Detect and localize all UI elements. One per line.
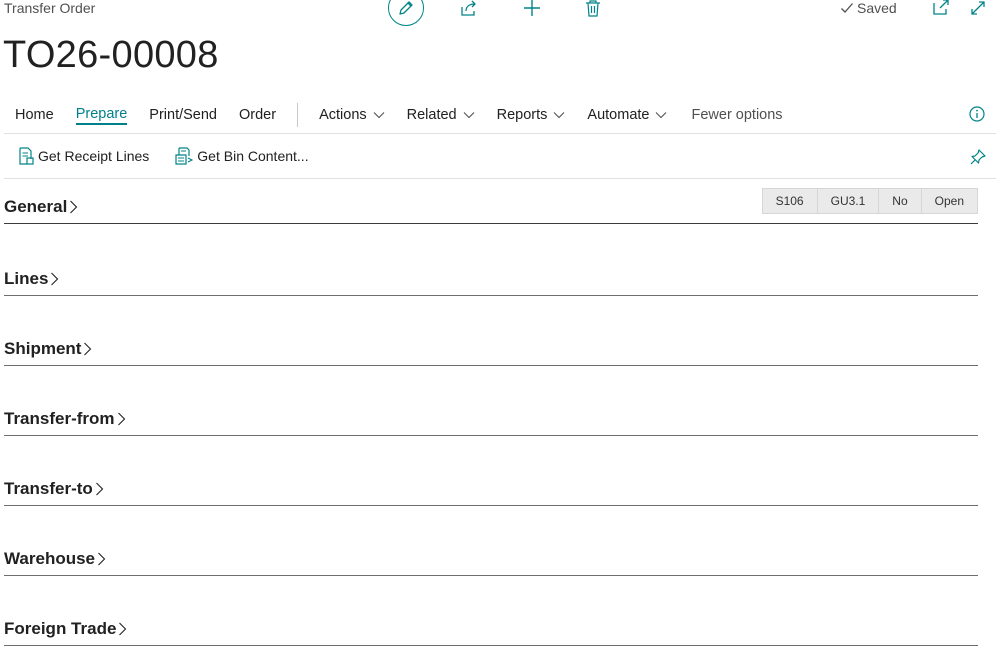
info-icon: [969, 106, 985, 122]
share-button[interactable]: [458, 0, 480, 19]
page-type-caption: Transfer Order: [4, 0, 96, 16]
summary-badge: GU3.1: [816, 188, 880, 214]
fasttab-transfer-from-header[interactable]: Transfer-from: [4, 409, 126, 429]
fasttab-lines-header[interactable]: Lines: [4, 269, 59, 289]
menu-order[interactable]: Order: [228, 103, 287, 127]
menu-label: Reports: [496, 107, 548, 123]
delete-button[interactable]: [582, 0, 604, 19]
menu-actions[interactable]: Actions: [308, 103, 396, 127]
summary-badge: S106: [761, 188, 818, 214]
menu-label: Home: [15, 107, 54, 123]
menu-label: Fewer options: [691, 107, 783, 123]
fasttab-warehouse-header[interactable]: Warehouse: [4, 549, 106, 569]
new-button[interactable]: [521, 0, 543, 19]
menu-label: Order: [239, 107, 277, 123]
checkmark-icon: [840, 1, 854, 15]
open-new-window-icon: [932, 0, 950, 15]
chevron-down-icon: [463, 111, 475, 119]
expand-button[interactable]: [970, 0, 986, 16]
action-bar-divider: [4, 178, 996, 179]
chevron-right-icon: [117, 412, 126, 426]
summary-badge: Open: [920, 188, 978, 214]
get-receipt-lines-button[interactable]: Get Receipt Lines: [18, 147, 149, 165]
menu-label: Prepare: [75, 106, 128, 125]
expand-icon: [970, 0, 986, 16]
menu-divider: [4, 133, 996, 134]
fasttab-foreign-trade: Foreign Trade: [4, 613, 978, 646]
chevron-right-icon: [83, 342, 92, 356]
menu-home[interactable]: Home: [0, 103, 65, 127]
saved-status: Saved: [840, 0, 897, 16]
menu-label: Print/Send: [149, 107, 217, 123]
pencil-icon: [397, 0, 415, 17]
bin-content-icon: [175, 147, 194, 165]
fasttab-general: General S106 GU3.1 No Open: [4, 188, 978, 224]
chevron-right-icon: [95, 482, 104, 496]
fasttab-transfer-to-header[interactable]: Transfer-to: [4, 479, 104, 499]
pin-icon: [969, 148, 987, 166]
general-summary-badges: S106 GU3.1 No Open: [761, 188, 978, 214]
receipt-lines-icon: [18, 147, 34, 165]
fasttab-lines-title: Lines: [4, 269, 49, 288]
fasttab-warehouse-title: Warehouse: [4, 549, 96, 568]
fasttab-shipment-header[interactable]: Shipment: [4, 339, 92, 359]
menu-related[interactable]: Related: [396, 103, 486, 127]
info-button[interactable]: [969, 106, 985, 122]
chevron-down-icon: [553, 111, 565, 119]
menu-automate[interactable]: Automate: [576, 103, 678, 127]
chevron-down-icon: [373, 111, 385, 119]
get-receipt-lines-label: Get Receipt Lines: [38, 148, 150, 164]
plus-icon: [522, 0, 542, 18]
page-title: TO26-00008: [3, 34, 219, 76]
menu-print-send[interactable]: Print/Send: [138, 103, 228, 127]
action-menu: Home Prepare Print/Send Order Actions Re…: [0, 103, 794, 127]
chevron-right-icon: [69, 200, 78, 214]
menu-label: Actions: [319, 107, 367, 123]
fasttab-transfer-from: Transfer-from: [4, 403, 978, 436]
trash-icon: [584, 0, 602, 18]
get-bin-content-label: Get Bin Content...: [197, 148, 309, 164]
fasttab-foreign-trade-title: Foreign Trade: [4, 619, 117, 638]
fasttab-shipment-title: Shipment: [4, 339, 82, 358]
open-new-window-button[interactable]: [932, 0, 950, 15]
edit-button[interactable]: [388, 0, 424, 26]
summary-badge: No: [878, 188, 922, 214]
menu-label: Automate: [587, 107, 650, 123]
fasttab-shipment: Shipment: [4, 333, 978, 366]
fasttab-transfer-from-title: Transfer-from: [4, 409, 115, 428]
chevron-right-icon: [97, 552, 106, 566]
chevron-down-icon: [655, 111, 667, 119]
chevron-right-icon: [50, 272, 59, 286]
fasttab-general-header[interactable]: General: [4, 197, 78, 217]
menu-separator: [297, 103, 299, 127]
fasttab-lines: Lines: [4, 263, 978, 296]
menu-label: Related: [406, 107, 457, 123]
fasttab-transfer-to: Transfer-to: [4, 473, 978, 506]
fasttab-foreign-trade-header[interactable]: Foreign Trade: [4, 619, 127, 639]
menu-fewer-options[interactable]: Fewer options: [678, 103, 793, 127]
fasttab-general-title: General: [4, 197, 68, 216]
pin-button[interactable]: [969, 148, 987, 166]
chevron-right-icon: [118, 622, 127, 636]
menu-reports[interactable]: Reports: [486, 103, 577, 127]
fasttab-transfer-to-title: Transfer-to: [4, 479, 93, 498]
saved-label: Saved: [857, 0, 897, 16]
menu-prepare[interactable]: Prepare: [65, 103, 139, 127]
share-icon: [459, 0, 479, 18]
action-bar: Get Receipt Lines Get Bin Content...: [18, 147, 335, 165]
fasttab-warehouse: Warehouse: [4, 543, 978, 576]
get-bin-content-button[interactable]: Get Bin Content...: [175, 147, 309, 165]
